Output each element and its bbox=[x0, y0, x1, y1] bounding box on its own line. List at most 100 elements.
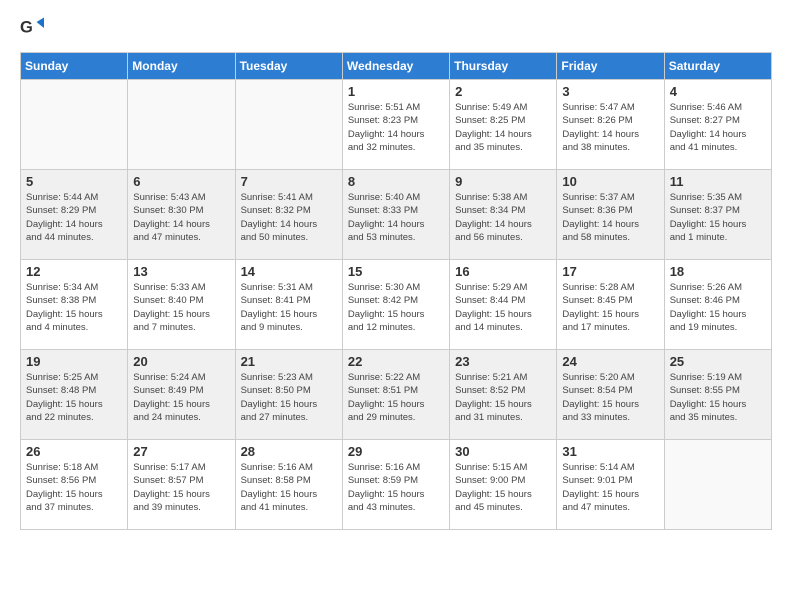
header: G bbox=[20, 16, 772, 40]
day-info: Sunrise: 5:16 AM Sunset: 8:59 PM Dayligh… bbox=[348, 461, 444, 514]
day-number: 11 bbox=[670, 174, 766, 189]
calendar-cell: 12 Sunrise: 5:34 AM Sunset: 8:38 PM Dayli… bbox=[21, 260, 128, 350]
day-info: Sunrise: 5:19 AM Sunset: 8:55 PM Dayligh… bbox=[670, 371, 766, 424]
day-info: Sunrise: 5:25 AM Sunset: 8:48 PM Dayligh… bbox=[26, 371, 122, 424]
day-info: Sunrise: 5:15 AM Sunset: 9:00 PM Dayligh… bbox=[455, 461, 551, 514]
calendar-cell: 26 Sunrise: 5:18 AM Sunset: 8:56 PM Dayli… bbox=[21, 440, 128, 530]
day-number: 15 bbox=[348, 264, 444, 279]
logo: G bbox=[20, 16, 48, 40]
col-header-friday: Friday bbox=[557, 53, 664, 80]
svg-text:G: G bbox=[20, 19, 33, 37]
day-number: 20 bbox=[133, 354, 229, 369]
day-number: 2 bbox=[455, 84, 551, 99]
calendar-cell: 13 Sunrise: 5:33 AM Sunset: 8:40 PM Dayli… bbox=[128, 260, 235, 350]
calendar-cell: 17 Sunrise: 5:28 AM Sunset: 8:45 PM Dayli… bbox=[557, 260, 664, 350]
day-info: Sunrise: 5:43 AM Sunset: 8:30 PM Dayligh… bbox=[133, 191, 229, 244]
day-number: 12 bbox=[26, 264, 122, 279]
calendar-cell: 11 Sunrise: 5:35 AM Sunset: 8:37 PM Dayli… bbox=[664, 170, 771, 260]
day-number: 17 bbox=[562, 264, 658, 279]
calendar-cell: 24 Sunrise: 5:20 AM Sunset: 8:54 PM Dayli… bbox=[557, 350, 664, 440]
calendar-week-row: 12 Sunrise: 5:34 AM Sunset: 8:38 PM Dayli… bbox=[21, 260, 772, 350]
day-info: Sunrise: 5:22 AM Sunset: 8:51 PM Dayligh… bbox=[348, 371, 444, 424]
day-info: Sunrise: 5:28 AM Sunset: 8:45 PM Dayligh… bbox=[562, 281, 658, 334]
day-number: 29 bbox=[348, 444, 444, 459]
calendar-cell bbox=[664, 440, 771, 530]
day-info: Sunrise: 5:40 AM Sunset: 8:33 PM Dayligh… bbox=[348, 191, 444, 244]
calendar-cell: 10Sunrise: 5:37 AM Sunset: 8:36 PM Dayli… bbox=[557, 170, 664, 260]
day-number: 6 bbox=[133, 174, 229, 189]
day-number: 9 bbox=[455, 174, 551, 189]
day-info: Sunrise: 5:33 AM Sunset: 8:40 PM Dayligh… bbox=[133, 281, 229, 334]
day-info: Sunrise: 5:46 AM Sunset: 8:27 PM Dayligh… bbox=[670, 101, 766, 154]
col-header-thursday: Thursday bbox=[450, 53, 557, 80]
calendar-week-row: 1Sunrise: 5:51 AM Sunset: 8:23 PM Daylig… bbox=[21, 80, 772, 170]
day-number: 18 bbox=[670, 264, 766, 279]
calendar-cell: 2 Sunrise: 5:49 AM Sunset: 8:25 PM Daylig… bbox=[450, 80, 557, 170]
day-number: 10 bbox=[562, 174, 658, 189]
calendar-cell: 15 Sunrise: 5:30 AM Sunset: 8:42 PM Dayli… bbox=[342, 260, 449, 350]
col-header-wednesday: Wednesday bbox=[342, 53, 449, 80]
day-number: 16 bbox=[455, 264, 551, 279]
calendar-cell: 30Sunrise: 5:15 AM Sunset: 9:00 PM Dayli… bbox=[450, 440, 557, 530]
day-number: 13 bbox=[133, 264, 229, 279]
col-header-tuesday: Tuesday bbox=[235, 53, 342, 80]
calendar-cell: 4 Sunrise: 5:46 AM Sunset: 8:27 PM Daylig… bbox=[664, 80, 771, 170]
day-info: Sunrise: 5:26 AM Sunset: 8:46 PM Dayligh… bbox=[670, 281, 766, 334]
day-number: 23 bbox=[455, 354, 551, 369]
calendar-cell: 7 Sunrise: 5:41 AM Sunset: 8:32 PM Daylig… bbox=[235, 170, 342, 260]
calendar-cell bbox=[128, 80, 235, 170]
day-info: Sunrise: 5:38 AM Sunset: 8:34 PM Dayligh… bbox=[455, 191, 551, 244]
day-number: 31 bbox=[562, 444, 658, 459]
calendar-cell bbox=[21, 80, 128, 170]
calendar-cell: 22 Sunrise: 5:22 AM Sunset: 8:51 PM Dayli… bbox=[342, 350, 449, 440]
day-info: Sunrise: 5:20 AM Sunset: 8:54 PM Dayligh… bbox=[562, 371, 658, 424]
day-info: Sunrise: 5:41 AM Sunset: 8:32 PM Dayligh… bbox=[241, 191, 337, 244]
day-number: 19 bbox=[26, 354, 122, 369]
calendar: SundayMondayTuesdayWednesdayThursdayFrid… bbox=[20, 52, 772, 530]
day-info: Sunrise: 5:18 AM Sunset: 8:56 PM Dayligh… bbox=[26, 461, 122, 514]
col-header-sunday: Sunday bbox=[21, 53, 128, 80]
day-number: 5 bbox=[26, 174, 122, 189]
calendar-cell: 9 Sunrise: 5:38 AM Sunset: 8:34 PM Daylig… bbox=[450, 170, 557, 260]
calendar-cell: 5 Sunrise: 5:44 AM Sunset: 8:29 PM Daylig… bbox=[21, 170, 128, 260]
day-number: 26 bbox=[26, 444, 122, 459]
calendar-cell: 18 Sunrise: 5:26 AM Sunset: 8:46 PM Dayli… bbox=[664, 260, 771, 350]
col-header-monday: Monday bbox=[128, 53, 235, 80]
day-info: Sunrise: 5:35 AM Sunset: 8:37 PM Dayligh… bbox=[670, 191, 766, 244]
calendar-cell: 8Sunrise: 5:40 AM Sunset: 8:33 PM Daylig… bbox=[342, 170, 449, 260]
calendar-cell: 28 Sunrise: 5:16 AM Sunset: 8:58 PM Dayli… bbox=[235, 440, 342, 530]
calendar-cell: 3Sunrise: 5:47 AM Sunset: 8:26 PM Daylig… bbox=[557, 80, 664, 170]
day-info: Sunrise: 5:14 AM Sunset: 9:01 PM Dayligh… bbox=[562, 461, 658, 514]
day-number: 4 bbox=[670, 84, 766, 99]
day-number: 7 bbox=[241, 174, 337, 189]
calendar-cell: 19 Sunrise: 5:25 AM Sunset: 8:48 PM Dayli… bbox=[21, 350, 128, 440]
calendar-week-row: 26 Sunrise: 5:18 AM Sunset: 8:56 PM Dayli… bbox=[21, 440, 772, 530]
day-number: 24 bbox=[562, 354, 658, 369]
day-info: Sunrise: 5:29 AM Sunset: 8:44 PM Dayligh… bbox=[455, 281, 551, 334]
calendar-cell: 29 Sunrise: 5:16 AM Sunset: 8:59 PM Dayli… bbox=[342, 440, 449, 530]
calendar-header-row: SundayMondayTuesdayWednesdayThursdayFrid… bbox=[21, 53, 772, 80]
day-number: 28 bbox=[241, 444, 337, 459]
day-number: 21 bbox=[241, 354, 337, 369]
col-header-saturday: Saturday bbox=[664, 53, 771, 80]
day-info: Sunrise: 5:16 AM Sunset: 8:58 PM Dayligh… bbox=[241, 461, 337, 514]
day-info: Sunrise: 5:21 AM Sunset: 8:52 PM Dayligh… bbox=[455, 371, 551, 424]
day-info: Sunrise: 5:51 AM Sunset: 8:23 PM Dayligh… bbox=[348, 101, 444, 154]
day-info: Sunrise: 5:44 AM Sunset: 8:29 PM Dayligh… bbox=[26, 191, 122, 244]
calendar-cell: 6 Sunrise: 5:43 AM Sunset: 8:30 PM Daylig… bbox=[128, 170, 235, 260]
calendar-cell: 27Sunrise: 5:17 AM Sunset: 8:57 PM Dayli… bbox=[128, 440, 235, 530]
calendar-cell: 23 Sunrise: 5:21 AM Sunset: 8:52 PM Dayli… bbox=[450, 350, 557, 440]
day-info: Sunrise: 5:49 AM Sunset: 8:25 PM Dayligh… bbox=[455, 101, 551, 154]
calendar-week-row: 5 Sunrise: 5:44 AM Sunset: 8:29 PM Daylig… bbox=[21, 170, 772, 260]
calendar-cell: 20Sunrise: 5:24 AM Sunset: 8:49 PM Dayli… bbox=[128, 350, 235, 440]
day-info: Sunrise: 5:47 AM Sunset: 8:26 PM Dayligh… bbox=[562, 101, 658, 154]
day-number: 22 bbox=[348, 354, 444, 369]
day-info: Sunrise: 5:23 AM Sunset: 8:50 PM Dayligh… bbox=[241, 371, 337, 424]
calendar-cell: 14Sunrise: 5:31 AM Sunset: 8:41 PM Dayli… bbox=[235, 260, 342, 350]
calendar-week-row: 19 Sunrise: 5:25 AM Sunset: 8:48 PM Dayli… bbox=[21, 350, 772, 440]
logo-icon: G bbox=[20, 16, 44, 40]
day-info: Sunrise: 5:34 AM Sunset: 8:38 PM Dayligh… bbox=[26, 281, 122, 334]
day-info: Sunrise: 5:31 AM Sunset: 8:41 PM Dayligh… bbox=[241, 281, 337, 334]
day-number: 27 bbox=[133, 444, 229, 459]
day-info: Sunrise: 5:30 AM Sunset: 8:42 PM Dayligh… bbox=[348, 281, 444, 334]
